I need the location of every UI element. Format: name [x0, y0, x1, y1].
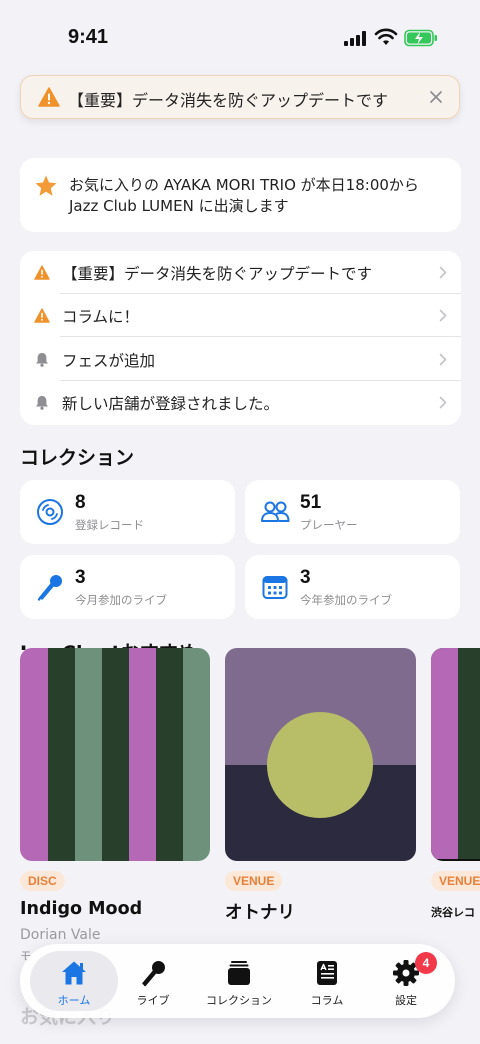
- bell-icon: [36, 396, 48, 410]
- recommend-item-subtitle: Dorian Vale: [20, 927, 101, 943]
- disc-artwork: [20, 648, 210, 861]
- tab-column[interactable]: コラム: [283, 951, 371, 1011]
- notification-item[interactable]: コラムに！: [20, 294, 461, 337]
- notification-text: フェスが追加: [62, 352, 156, 370]
- stat-label: プレーヤー: [300, 518, 358, 532]
- venue-artwork: [431, 648, 480, 861]
- status-time: 9:41: [68, 26, 109, 48]
- chevron-right-icon: [439, 266, 447, 279]
- column-icon: [317, 961, 337, 985]
- bell-icon: [36, 353, 48, 367]
- stat-label: 今月参加のライブ: [75, 593, 167, 607]
- stat-card-records[interactable]: 8 登録レコード: [20, 480, 235, 544]
- divider: [60, 336, 461, 337]
- tab-label: ライブ: [136, 994, 170, 1007]
- calendar-icon: [262, 576, 288, 599]
- warning-icon: [34, 265, 50, 280]
- category-badge: DISC: [20, 871, 65, 891]
- collection-icon: [228, 961, 250, 985]
- tab-label: ホーム: [57, 994, 91, 1007]
- favorite-live-text: お気に入りの AYAKA MORI TRIO が本日18:00から Jazz C…: [69, 176, 419, 215]
- notification-text: 新しい店舗が登録されました。: [62, 395, 280, 413]
- settings-notification-badge: 4: [415, 952, 437, 974]
- notification-item[interactable]: 【重要】データ消失を防ぐアップデートです: [20, 251, 461, 294]
- status-bar: 9:41: [0, 0, 480, 72]
- chevron-right-icon: [439, 353, 447, 366]
- collection-section-title: コレクション: [20, 447, 135, 469]
- notification-list: 【重要】データ消失を防ぐアップデートです コラムに！ フェスが追加 新しい店舗が…: [20, 251, 461, 425]
- banner-text: 【重要】データ消失を防ぐアップデートです: [68, 91, 389, 110]
- battery-charging-icon: [404, 29, 437, 47]
- important-banner[interactable]: 【重要】データ消失を防ぐアップデートです: [20, 75, 460, 119]
- stat-value: 8: [75, 492, 86, 513]
- stat-value: 3: [300, 567, 311, 588]
- category-badge: VENUE: [225, 871, 283, 891]
- recommend-item-title: オトナリ: [225, 903, 295, 923]
- recommend-item-title: Indigo Mood: [20, 899, 143, 919]
- recommend-card-artwork[interactable]: [20, 648, 210, 861]
- stat-card-players[interactable]: 51 プレーヤー: [245, 480, 460, 544]
- tab-collection[interactable]: コレクション: [195, 951, 283, 1011]
- warning-icon: [34, 308, 50, 323]
- venue-artwork: [225, 648, 416, 861]
- notification-text: 【重要】データ消失を防ぐアップデートです: [62, 265, 373, 283]
- stat-label: 今年参加のライブ: [300, 593, 392, 607]
- recommend-item-title: 渋谷レコ: [431, 906, 475, 919]
- recommend-card-artwork[interactable]: [431, 648, 480, 861]
- tab-label: コラム: [310, 994, 344, 1007]
- tab-label: 設定: [395, 994, 417, 1007]
- favorite-live-card[interactable]: お気に入りの AYAKA MORI TRIO が本日18:00から Jazz C…: [20, 158, 461, 232]
- tab-settings[interactable]: 4 設定: [362, 951, 450, 1011]
- category-badge: VENUE: [431, 871, 480, 891]
- disc-icon: [37, 499, 63, 525]
- people-icon: [261, 501, 290, 522]
- cellular-signal-icon: [344, 31, 366, 46]
- warning-icon: [38, 87, 60, 107]
- chevron-right-icon: [439, 309, 447, 322]
- notification-item[interactable]: 新しい店舗が登録されました。: [20, 381, 461, 424]
- star-icon: [35, 175, 57, 196]
- home-icon: [62, 961, 86, 985]
- notification-item[interactable]: フェスが追加: [20, 338, 461, 381]
- stat-value: 3: [75, 567, 86, 588]
- notification-text: コラムに！: [62, 308, 140, 326]
- stat-value: 51: [300, 492, 322, 513]
- tab-home[interactable]: ホーム: [30, 951, 118, 1011]
- recommend-card-artwork[interactable]: [225, 648, 416, 861]
- tab-live[interactable]: ライブ: [109, 951, 197, 1011]
- close-icon[interactable]: [427, 88, 445, 106]
- chevron-right-icon: [439, 396, 447, 409]
- stat-card-yearly-lives[interactable]: 3 今年参加のライブ: [245, 555, 460, 619]
- stat-label: 登録レコード: [75, 518, 144, 532]
- microphone-icon: [142, 961, 165, 987]
- microphone-icon: [37, 575, 62, 601]
- stat-card-monthly-lives[interactable]: 3 今月参加のライブ: [20, 555, 235, 619]
- wifi-icon: [374, 28, 398, 45]
- tab-bar: ホーム ライブ コレクション コラム 4 設定: [20, 944, 455, 1018]
- tab-label: コレクション: [206, 994, 272, 1007]
